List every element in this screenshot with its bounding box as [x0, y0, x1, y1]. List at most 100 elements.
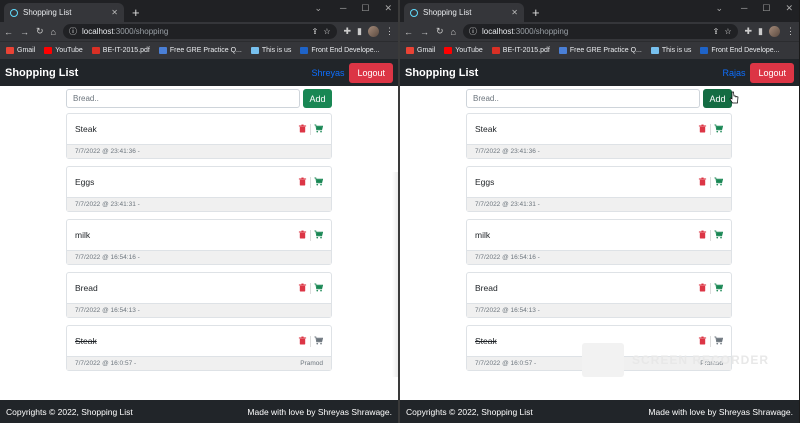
item-name: Eggs	[475, 177, 495, 187]
back-icon[interactable]: ←	[404, 27, 413, 37]
app-brand[interactable]: Shopping List	[405, 67, 478, 79]
cart-icon[interactable]	[714, 123, 723, 135]
username-link[interactable]: Shreyas	[311, 68, 344, 78]
address-bar[interactable]: ⓘ localhost:3000/shopping ⇪ ☆	[62, 24, 337, 39]
bookmark-gre[interactable]: Free GRE Practice Q...	[158, 47, 242, 54]
cart-icon[interactable]	[314, 176, 323, 188]
cart-icon[interactable]	[314, 335, 323, 347]
delete-icon[interactable]	[298, 177, 307, 188]
item-input[interactable]: Bread..	[466, 89, 700, 108]
bookmark-youtube[interactable]: YouTube	[444, 47, 483, 54]
chevron-down-icon[interactable]: ⌄	[715, 3, 723, 14]
pdf-icon	[491, 47, 500, 54]
browser-tab[interactable]: Shopping List ✕	[404, 3, 524, 22]
cart-icon[interactable]	[314, 282, 323, 294]
bookmark-youtube[interactable]: YouTube	[44, 47, 83, 54]
reload-icon[interactable]: ↻	[36, 26, 44, 37]
delete-icon[interactable]	[298, 230, 307, 241]
react-favicon-icon	[410, 8, 418, 17]
new-tab-icon[interactable]: +	[132, 3, 140, 22]
close-tab-icon[interactable]: ✕	[111, 8, 118, 17]
home-icon[interactable]: ⌂	[51, 27, 56, 37]
close-tab-icon[interactable]: ✕	[511, 8, 518, 17]
username-link[interactable]: Rajas	[722, 68, 745, 78]
info-icon[interactable]: ⓘ	[469, 26, 477, 37]
bookmark-pdf[interactable]: BE-IT-2015.pdf	[91, 47, 150, 54]
delete-icon[interactable]	[298, 124, 307, 135]
bookmark-this-is-us[interactable]: This is us	[250, 47, 291, 54]
tab-title: Shopping List	[423, 8, 472, 17]
item-card: Steak 7/7/2022 @ 23:41:36 -	[66, 113, 332, 159]
cart-icon[interactable]	[714, 282, 723, 294]
bookmark-frontend[interactable]: Front End Develope...	[700, 47, 780, 54]
sidebar-icon[interactable]: ▮	[357, 26, 362, 37]
item-footer: 7/7/2022 @ 23:41:36 -	[467, 144, 731, 158]
chevron-down-icon[interactable]: ⌄	[314, 3, 322, 14]
add-button[interactable]: Add	[303, 89, 332, 108]
bookmark-gmail[interactable]: Gmail	[6, 47, 35, 54]
bookmark-pdf[interactable]: BE-IT-2015.pdf	[491, 47, 550, 54]
cart-icon[interactable]	[314, 229, 323, 241]
maximize-icon[interactable]: ☐	[762, 3, 770, 14]
delete-icon[interactable]	[298, 283, 307, 294]
delete-icon[interactable]	[698, 230, 707, 241]
menu-icon[interactable]: ⋮	[786, 26, 795, 37]
forward-icon[interactable]: →	[20, 27, 29, 37]
home-icon[interactable]: ⌂	[451, 27, 456, 37]
divider	[710, 229, 711, 241]
cart-icon[interactable]	[314, 123, 323, 135]
app-brand[interactable]: Shopping List	[5, 67, 78, 79]
cart-icon[interactable]	[714, 176, 723, 188]
item-name: Bread	[475, 283, 498, 293]
sidebar-icon[interactable]: ▮	[758, 26, 763, 37]
share-icon[interactable]: ⇪	[312, 27, 319, 36]
add-button[interactable]: Add	[703, 89, 732, 108]
pdf-icon	[91, 47, 100, 54]
bookmark-gmail[interactable]: Gmail	[406, 47, 435, 54]
star-icon[interactable]: ☆	[323, 27, 330, 36]
close-window-icon[interactable]: ✕	[785, 3, 793, 14]
close-window-icon[interactable]: ✕	[384, 3, 392, 14]
delete-icon[interactable]	[298, 336, 307, 347]
screen: Shopping List ✕ + ⌄ ─ ☐ ✕ ← → ↻ ⌂ ⓘ loca…	[0, 0, 800, 423]
reload-icon[interactable]: ↻	[436, 26, 444, 37]
logout-button[interactable]: Logout	[750, 62, 794, 83]
info-icon[interactable]: ⓘ	[69, 26, 77, 37]
item-name: Steak	[475, 336, 497, 346]
profile-avatar[interactable]	[368, 26, 379, 37]
bookmark-frontend[interactable]: Front End Develope...	[300, 47, 380, 54]
gmail-icon	[406, 47, 414, 54]
item-bought-by: Pramod	[300, 360, 323, 367]
item-card-body: Steak	[467, 114, 731, 144]
menu-icon[interactable]: ⋮	[385, 26, 394, 37]
address-bar[interactable]: ⓘ localhost:3000/shopping ⇪ ☆	[462, 24, 738, 39]
minimize-icon[interactable]: ─	[741, 3, 747, 14]
react-favicon-icon	[10, 8, 18, 17]
minimize-icon[interactable]: ─	[340, 3, 346, 14]
new-tab-icon[interactable]: +	[532, 3, 540, 22]
delete-icon[interactable]	[698, 283, 707, 294]
item-input[interactable]: Bread..	[66, 89, 300, 108]
delete-icon[interactable]	[698, 177, 707, 188]
star-icon[interactable]: ☆	[724, 27, 731, 36]
item-footer: 7/7/2022 @ 16:54:13 -	[67, 303, 331, 317]
extensions-icon[interactable]: ✚	[745, 26, 753, 37]
bookmark-gre[interactable]: Free GRE Practice Q...	[558, 47, 642, 54]
share-icon[interactable]: ⇪	[713, 27, 720, 36]
logout-button[interactable]: Logout	[349, 62, 393, 83]
site-icon	[650, 47, 659, 54]
extensions-icon[interactable]: ✚	[344, 26, 352, 37]
item-name: milk	[75, 230, 91, 240]
bookmark-this-is-us[interactable]: This is us	[650, 47, 691, 54]
divider	[310, 282, 311, 294]
forward-icon[interactable]: →	[420, 27, 429, 37]
cart-icon[interactable]	[714, 229, 723, 241]
profile-avatar[interactable]	[769, 26, 780, 37]
maximize-icon[interactable]: ☐	[361, 3, 369, 14]
item-footer: 7/7/2022 @ 23:41:36 -	[67, 144, 331, 158]
item-card: Eggs 7/7/2022 @ 23:41:31 -	[66, 166, 332, 212]
delete-icon[interactable]	[698, 124, 707, 135]
watermark-logo	[581, 343, 624, 377]
back-icon[interactable]: ←	[4, 27, 13, 37]
browser-tab[interactable]: Shopping List ✕	[4, 3, 124, 22]
